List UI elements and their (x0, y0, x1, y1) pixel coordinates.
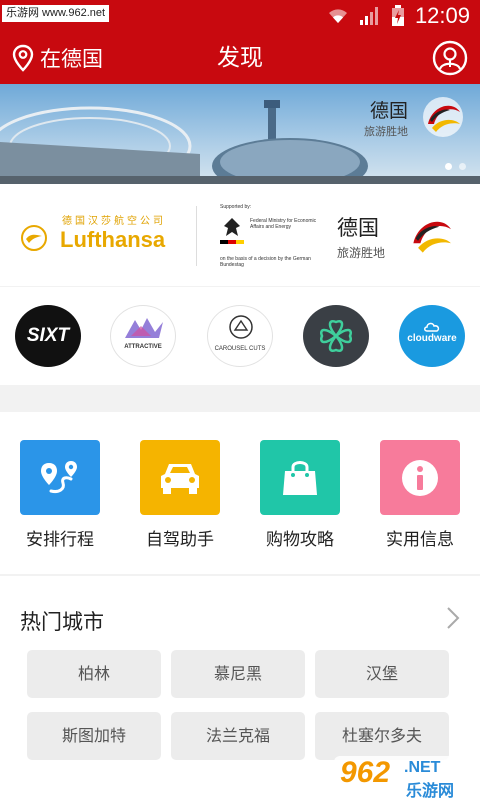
feature-tile (20, 440, 100, 515)
feature-label: 购物攻略 (266, 530, 334, 550)
lufthansa-name: Lufthansa (60, 227, 166, 252)
partner-logo-sixt[interactable]: SIXT (15, 305, 81, 367)
partner-name: SIXT (26, 325, 70, 346)
attractive-emblem-icon (125, 318, 163, 338)
feature-tile (140, 440, 220, 515)
status-icons: 12:09 (327, 0, 470, 32)
chevron-right-icon[interactable] (446, 606, 460, 630)
site-watermark: 962 .NET 乐游网 (334, 750, 476, 800)
lufthansa-crane-icon (21, 225, 47, 251)
top-nav: 在德国 发现 (0, 32, 480, 84)
feature-tile (260, 440, 340, 515)
location-selector[interactable]: 在德国 (12, 32, 103, 84)
partner-logo-cloudware[interactable]: cloudware (399, 305, 465, 367)
partner-logo-carousel-cuts[interactable]: CAROUSEL CUTS (207, 305, 273, 367)
banner-carousel[interactable]: 德国 旅游胜地 (0, 84, 480, 184)
partner-logo-attractive[interactable]: ATTRACTIVE (110, 305, 176, 367)
ministry-logo: Supported by: Federal Ministry for Econo… (220, 204, 330, 268)
feature-label: 自驾助手 (146, 530, 214, 550)
location-label: 在德国 (40, 47, 103, 71)
feature-tile (380, 440, 460, 515)
cloud-icon (424, 322, 440, 332)
shopping-bag-icon (283, 460, 317, 495)
carousel-dot (445, 163, 452, 170)
sponsor-brand-title: 德国 (337, 216, 379, 240)
germany-tourism-logo (413, 221, 451, 253)
partner-name: cloudware (407, 333, 457, 344)
carousel-emblem-icon (229, 315, 253, 339)
route-icon (41, 460, 77, 493)
carousel-indicator (445, 163, 466, 170)
user-profile-icon[interactable] (432, 40, 468, 76)
partner-logos: SIXT ATTRACTIVE CAROUSEL CUTS cloudware (0, 287, 480, 385)
germany-tourism-brand: 德国 旅游胜地 (337, 212, 385, 261)
partner-logo-clover[interactable] (303, 305, 369, 367)
partner-name: CAROUSEL CUTS (214, 346, 266, 352)
watermark-name: 乐游网 (406, 781, 455, 800)
sponsor-brand-subtitle: 旅游胜地 (337, 246, 386, 260)
ministry-basis-text: on the basis of a decision by the German… (220, 256, 311, 268)
feature-label: 安排行程 (26, 530, 94, 550)
status-bar: 乐游网 www.962.net 12:09 (0, 0, 480, 32)
watermark-suffix: .NET (404, 759, 441, 776)
sponsor-banner[interactable]: 德国汉莎航空公司 Lufthansa Supported by: Federal… (0, 184, 480, 286)
partner-name: ATTRACTIVE (124, 344, 162, 350)
watermark-number: 962 (340, 756, 391, 789)
battery-charging-icon (391, 5, 404, 26)
banner-brand-title: 德国 (369, 100, 408, 122)
info-icon (402, 459, 438, 496)
city-stuttgart[interactable]: 斯图加特 (27, 712, 161, 760)
divider (196, 206, 197, 266)
feature-shopping-guide[interactable]: 购物攻略 (250, 440, 350, 550)
section-title: 热门城市 (20, 610, 104, 634)
lufthansa-chinese-name: 德国汉莎航空公司 (62, 216, 166, 227)
car-icon (161, 463, 199, 494)
city-hamburg[interactable]: 汉堡 (315, 650, 449, 698)
watermark-text: 乐游网 www.962.net (2, 5, 110, 22)
location-pin-icon (12, 44, 34, 72)
feature-practical-info[interactable]: 实用信息 (370, 440, 470, 550)
feature-itinerary[interactable]: 安排行程 (10, 440, 110, 550)
ministry-supported-text: Supported by: (220, 204, 252, 210)
city-frankfurt[interactable]: 法兰克福 (171, 712, 305, 760)
city-munich[interactable]: 慕尼黑 (171, 650, 305, 698)
city-berlin[interactable]: 柏林 (27, 650, 161, 698)
banner-image (0, 100, 480, 184)
feature-label: 实用信息 (386, 530, 454, 550)
feature-grid: 安排行程 自驾助手 购物攻略 实用信息 (0, 412, 480, 574)
germany-tourism-logo (423, 97, 463, 137)
ministry-name: Federal Ministry for Economic Affairs an… (250, 218, 317, 230)
carousel-dot (459, 163, 466, 170)
banner-brand: 德国 旅游胜地 (364, 96, 408, 139)
status-time: 12:09 (414, 3, 470, 28)
clover-icon (320, 320, 352, 352)
german-eagle-icon (220, 218, 244, 244)
feature-driving-assistant[interactable]: 自驾助手 (130, 440, 230, 550)
wifi-icon (328, 9, 347, 23)
signal-icon (359, 7, 378, 25)
banner-brand-subtitle: 旅游胜地 (364, 125, 408, 138)
